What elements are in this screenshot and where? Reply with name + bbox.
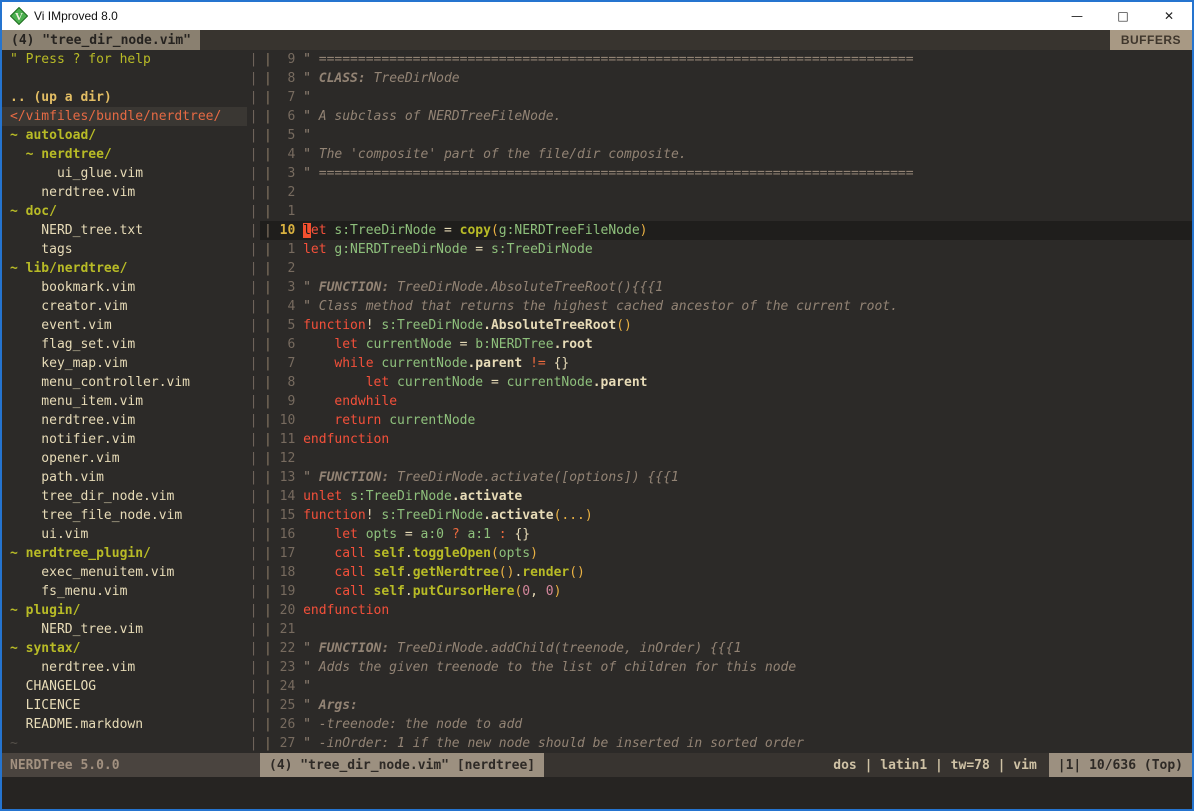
nerdtree-entry[interactable]: CHANGELOG <box>2 677 247 696</box>
nerdtree-entry[interactable]: tree_dir_node.vim <box>2 487 247 506</box>
editor-panel: |9" ====================================… <box>260 50 1192 753</box>
code-line[interactable]: |24" <box>260 677 1192 696</box>
statusline-fileinfo: dos | latin1 | tw=78 | vim <box>821 753 1049 777</box>
nerdtree-entry[interactable]: NERD_tree.txt <box>2 221 247 240</box>
nerdtree-entry[interactable]: .. (up a dir) <box>2 88 247 107</box>
nerdtree-entry: ~ <box>2 734 247 753</box>
code-line[interactable]: |25" Args: <box>260 696 1192 715</box>
nerdtree-entry[interactable]: ui.vim <box>2 525 247 544</box>
code-line[interactable]: |11endfunction <box>260 430 1192 449</box>
code-line[interactable]: |8" CLASS: TreeDirNode <box>260 69 1192 88</box>
nerdtree-entry[interactable]: ~ autoload/ <box>2 126 247 145</box>
editor-area: " Press ? for help .. (up a dir)</vimfile… <box>2 50 1192 753</box>
nerdtree-entry[interactable]: ~ nerdtree_plugin/ <box>2 544 247 563</box>
nerdtree-entry[interactable]: creator.vim <box>2 297 247 316</box>
command-line <box>2 777 1192 809</box>
nerdtree-entry[interactable]: notifier.vim <box>2 430 247 449</box>
nerdtree-entry[interactable]: nerdtree.vim <box>2 658 247 677</box>
nerdtree-entry[interactable]: tree_file_node.vim <box>2 506 247 525</box>
statusline-position: |1| 10/636 (Top) <box>1049 753 1192 777</box>
close-button[interactable]: ✕ <box>1146 2 1192 30</box>
code-line[interactable]: |20endfunction <box>260 601 1192 620</box>
code-line[interactable]: |6" A subclass of NERDTreeFileNode. <box>260 107 1192 126</box>
nerdtree-panel: " Press ? for help .. (up a dir)</vimfile… <box>2 50 247 753</box>
code-line[interactable]: |2 <box>260 259 1192 278</box>
code-line[interactable]: |16 let opts = a:0 ? a:1 : {} <box>260 525 1192 544</box>
code-line[interactable]: |19 call self.putCursorHere(0, 0) <box>260 582 1192 601</box>
nerdtree-entry[interactable]: nerdtree.vim <box>2 411 247 430</box>
code-line[interactable]: |27" -inOrder: 1 if the new node should … <box>260 734 1192 753</box>
nerdtree-entry[interactable]: event.vim <box>2 316 247 335</box>
nerdtree-entry[interactable]: flag_set.vim <box>2 335 247 354</box>
code-line[interactable]: |12 <box>260 449 1192 468</box>
tabline: (4) "tree_dir_node.vim" BUFFERS <box>2 30 1192 50</box>
code-line[interactable]: |9" ====================================… <box>260 50 1192 69</box>
nerdtree-entry[interactable]: NERD_tree.vim <box>2 620 247 639</box>
nerdtree-entry[interactable]: ~ lib/nerdtree/ <box>2 259 247 278</box>
code-line[interactable]: |23" Adds the given treenode to the list… <box>260 658 1192 677</box>
nerdtree-entry[interactable]: path.vim <box>2 468 247 487</box>
nerdtree-entry[interactable]: key_map.vim <box>2 354 247 373</box>
nerdtree-entry[interactable]: ~ nerdtree/ <box>2 145 247 164</box>
nerdtree-entry[interactable]: exec_menuitem.vim <box>2 563 247 582</box>
main-statusline: (4) "tree_dir_node.vim" [nerdtree] dos |… <box>260 753 1192 777</box>
nerdtree-entry[interactable]: ui_glue.vim <box>2 164 247 183</box>
code-line[interactable]: |4" Class method that returns the highes… <box>260 297 1192 316</box>
statusline-cursor-position: 10/636 (Top) <box>1089 758 1183 773</box>
code-line[interactable]: |8 let currentNode = currentNode.parent <box>260 373 1192 392</box>
statusline-filename: (4) "tree_dir_node.vim" [nerdtree] <box>260 753 544 777</box>
code-line[interactable]: |17 call self.toggleOpen(opts) <box>260 544 1192 563</box>
nerdtree-statusline: NERDTree 5.0.0 <box>2 753 260 777</box>
minimize-button[interactable]: — <box>1054 2 1100 30</box>
code-line[interactable]: |14unlet s:TreeDirNode.activate <box>260 487 1192 506</box>
window-separator[interactable]: ||||||||||||||||||||||||||||||||||||| <box>247 50 260 753</box>
titlebar: V Vi IMproved 8.0 — □ ✕ <box>2 2 1192 30</box>
nerdtree-entry[interactable]: bookmark.vim <box>2 278 247 297</box>
code-line[interactable]: |6 let currentNode = b:NERDTree.root <box>260 335 1192 354</box>
nerdtree-entry[interactable]: ~ doc/ <box>2 202 247 221</box>
nerdtree-entry[interactable]: menu_item.vim <box>2 392 247 411</box>
nerdtree-entry[interactable]: nerdtree.vim <box>2 183 247 202</box>
nerdtree-entry[interactable]: README.markdown <box>2 715 247 734</box>
code-line[interactable]: |26" -treenode: the node to add <box>260 715 1192 734</box>
code-line[interactable]: |18 call self.getNerdtree().render() <box>260 563 1192 582</box>
code-line[interactable]: |13" FUNCTION: TreeDirNode.activate([opt… <box>260 468 1192 487</box>
code-line[interactable]: |10 return currentNode <box>260 411 1192 430</box>
code-line[interactable]: |7" <box>260 88 1192 107</box>
statusline: NERDTree 5.0.0 (4) "tree_dir_node.vim" [… <box>2 753 1192 777</box>
window-controls: — □ ✕ <box>1054 2 1192 30</box>
code-line[interactable]: |5" <box>260 126 1192 145</box>
nerdtree-entry[interactable]: menu_controller.vim <box>2 373 247 392</box>
nerdtree-entry[interactable]: LICENCE <box>2 696 247 715</box>
nerdtree-entry[interactable]: ~ syntax/ <box>2 639 247 658</box>
nerdtree-entry[interactable]: " Press ? for help <box>2 50 247 69</box>
code-line[interactable]: |15function! s:TreeDirNode.activate(...) <box>260 506 1192 525</box>
nerdtree-entry[interactable]: fs_menu.vim <box>2 582 247 601</box>
nerdtree-entry[interactable]: </vimfiles/bundle/nerdtree/ <box>2 107 247 126</box>
nerdtree-entry[interactable]: opener.vim <box>2 449 247 468</box>
code-line[interactable]: |22" FUNCTION: TreeDirNode.addChild(tree… <box>260 639 1192 658</box>
tab-tree-dir-node[interactable]: (4) "tree_dir_node.vim" <box>2 30 200 50</box>
code-line[interactable]: |3" ====================================… <box>260 164 1192 183</box>
nerdtree-entry[interactable]: ~ plugin/ <box>2 601 247 620</box>
buffers-label: BUFFERS <box>1110 30 1192 50</box>
code-line[interactable]: |1 <box>260 202 1192 221</box>
nerdtree-entry <box>2 69 247 88</box>
vim-app-icon: V <box>10 7 28 25</box>
nerdtree-entry[interactable]: tags <box>2 240 247 259</box>
code-line[interactable]: |4" The 'composite' part of the file/dir… <box>260 145 1192 164</box>
code-line[interactable]: |1let g:NERDTreeDirNode = s:TreeDirNode <box>260 240 1192 259</box>
code-line[interactable]: |3" FUNCTION: TreeDirNode.AbsoluteTreeRo… <box>260 278 1192 297</box>
code-line[interactable]: |7 while currentNode.parent != {} <box>260 354 1192 373</box>
gvim-window: V Vi IMproved 8.0 — □ ✕ (4) "tree_dir_no… <box>0 0 1194 811</box>
code-line[interactable]: |2 <box>260 183 1192 202</box>
window-title: Vi IMproved 8.0 <box>34 9 118 23</box>
code-line[interactable]: |10let s:TreeDirNode = copy(g:NERDTreeFi… <box>260 221 1192 240</box>
statusline-window-number: |1| <box>1058 758 1081 773</box>
svg-text:V: V <box>15 11 23 23</box>
code-line[interactable]: |9 endwhile <box>260 392 1192 411</box>
code-line[interactable]: |21 <box>260 620 1192 639</box>
code-line[interactable]: |5function! s:TreeDirNode.AbsoluteTreeRo… <box>260 316 1192 335</box>
maximize-button[interactable]: □ <box>1100 2 1146 30</box>
